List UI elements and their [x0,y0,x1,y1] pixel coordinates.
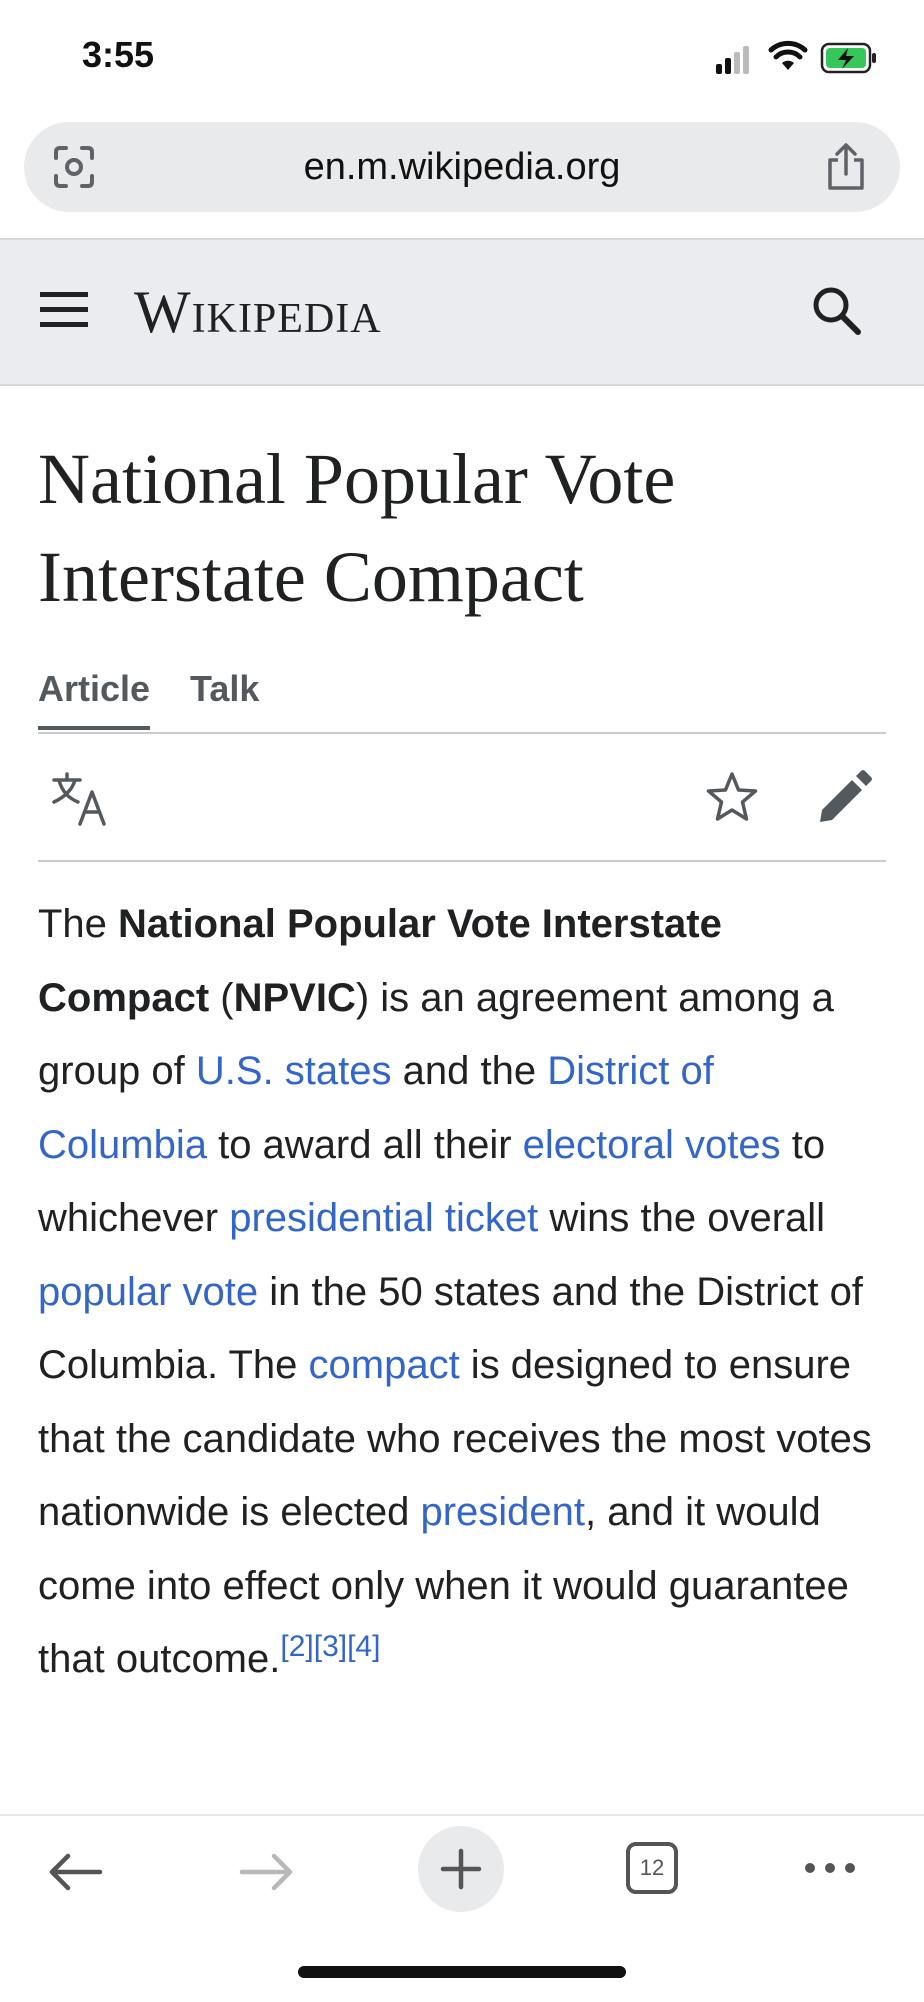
tab-article[interactable]: Article [38,668,151,730]
star-watchlist-icon[interactable] [704,770,760,824]
more-options-icon[interactable] [802,1860,858,1876]
link-president[interactable]: president [420,1490,585,1534]
bold-abbreviation: NPVIC [233,975,356,1020]
link-us-states[interactable]: U.S. states [196,1049,392,1093]
citation-link[interactable]: [3] [314,1630,347,1663]
citation-link[interactable]: [2] [280,1630,313,1663]
status-bar: 3:55 [0,0,924,116]
page-tabs: Article Talk [38,664,886,734]
citation-link[interactable]: [4] [347,1630,380,1663]
address-bar[interactable]: en.m.wikipedia.org [24,122,900,212]
plus-icon [440,1848,482,1890]
text: wins the overall [538,1196,826,1240]
page-title: National Popular Vote Interstate Compact [38,430,888,626]
text: to award all their [206,1122,523,1167]
page-title-line2: Interstate Compact [38,537,584,617]
tab-switcher-button[interactable]: 12 [626,1842,678,1894]
back-arrow-icon[interactable] [46,1852,104,1892]
text: The [38,902,119,946]
forward-arrow-icon[interactable] [238,1852,296,1892]
link-popular-vote[interactable]: popular vote [38,1270,258,1314]
text: and the [391,1049,548,1093]
share-icon[interactable] [824,142,868,192]
page-title-line1: National Popular Vote [38,439,676,519]
link-compact[interactable]: compact [309,1343,460,1387]
status-time: 3:55 [82,34,155,75]
hamburger-menu-icon[interactable] [38,288,90,332]
url-text[interactable]: en.m.wikipedia.org [24,146,900,189]
home-indicator[interactable] [298,1966,626,1978]
language-icon[interactable] [50,772,110,826]
citation-refs: [2][3][4] [280,1630,380,1663]
wikipedia-logo[interactable]: Wikipedia [134,278,382,347]
tab-talk[interactable]: Talk [190,668,259,710]
link-presidential-ticket[interactable]: presidential ticket [229,1196,538,1240]
new-tab-button[interactable] [418,1826,504,1912]
search-icon[interactable] [810,284,862,336]
wiki-header: Wikipedia [0,238,924,386]
battery-charging-icon [820,42,876,74]
wifi-icon [768,40,808,70]
signal-icon [716,44,750,74]
page-actions [38,734,886,862]
edit-pencil-icon[interactable] [816,770,872,826]
article-lead-paragraph: The National Popular Vote Interstate Com… [38,888,888,1700]
link-electoral-votes[interactable]: electoral votes [523,1123,781,1167]
text: ( [209,975,234,1020]
